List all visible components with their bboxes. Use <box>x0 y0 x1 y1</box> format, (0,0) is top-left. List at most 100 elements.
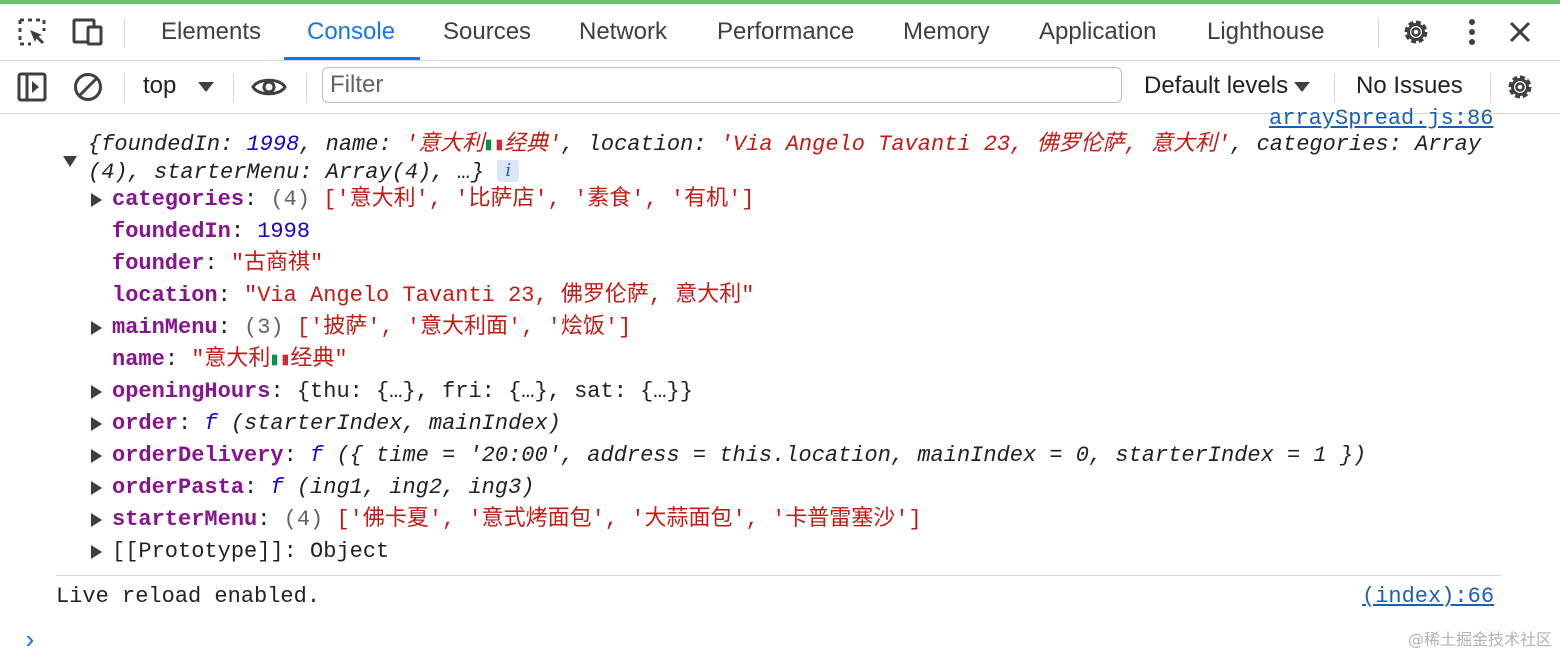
more-options-icon[interactable] <box>1452 12 1492 52</box>
object-summary-line-2[interactable]: (4), starterMenu: Array(4), …} i <box>88 158 520 188</box>
console-settings-gear-icon[interactable] <box>1500 67 1540 107</box>
property-row[interactable]: openingHours: {thu: {…}, fri: {…}, sat: … <box>112 377 693 407</box>
device-toolbar-icon[interactable] <box>68 12 108 52</box>
tab-application[interactable]: Application <box>1035 4 1160 60</box>
expand-triangle-icon[interactable] <box>91 513 102 527</box>
function-marker: f <box>270 475 284 500</box>
property-count: (4) <box>270 187 311 212</box>
source-link[interactable]: (index):66 <box>1362 582 1494 612</box>
property-row[interactable]: starterMenu: (4) ['佛卡夏', '意式烤面包', '大蒜面包'… <box>112 505 922 535</box>
property-value: (ing1, ing2, ing3) <box>296 475 535 500</box>
property-value: ['披萨', '意大利面', '烩饭'] <box>296 315 632 340</box>
clear-console-icon[interactable] <box>68 67 108 107</box>
property-key: starterMenu <box>112 507 258 532</box>
property-value: Object <box>310 539 390 564</box>
property-row[interactable]: [[Prototype]]: Object <box>112 537 389 567</box>
divider <box>233 73 234 103</box>
expand-triangle-icon[interactable] <box>91 321 102 335</box>
summary-founded: 1998 <box>246 132 300 157</box>
italy-flag-icon <box>272 354 289 366</box>
expand-triangle-icon[interactable] <box>91 385 102 399</box>
expand-triangle-icon[interactable] <box>91 481 102 495</box>
italy-flag-icon <box>486 139 503 151</box>
console-output: arraySpread.js:86 {foundedIn: 1998, name… <box>0 106 1560 658</box>
property-count: (3) <box>244 315 284 340</box>
settings-gear-icon[interactable] <box>1396 12 1436 52</box>
collapse-triangle-icon[interactable] <box>63 156 77 167</box>
tab-performance[interactable]: Performance <box>713 4 858 60</box>
summary-text: {foundedIn: <box>88 132 247 157</box>
sidebar-toggle-icon[interactable] <box>12 67 52 107</box>
expand-triangle-icon[interactable] <box>91 545 102 559</box>
property-row: foundedIn: 1998 <box>112 219 311 244</box>
property-value: (starterIndex, mainIndex) <box>230 411 561 436</box>
levels-dropdown-arrow-icon[interactable] <box>1282 67 1322 107</box>
issues-counter[interactable]: No Issues <box>1356 72 1463 100</box>
info-badge-icon[interactable]: i <box>497 160 520 182</box>
tab-sources[interactable]: Sources <box>439 4 535 60</box>
property-key: founder <box>112 251 205 276</box>
function-marker: f <box>310 443 324 468</box>
divider <box>1490 73 1491 103</box>
tab-console[interactable]: Console <box>303 4 399 60</box>
property-key: mainMenu <box>112 315 218 340</box>
summary-text: , location: <box>561 132 720 157</box>
expand-triangle-icon[interactable] <box>91 449 102 463</box>
live-expression-eye-icon[interactable] <box>249 67 289 107</box>
devtools-tab-bar: Elements Console Sources Network Perform… <box>0 4 1560 61</box>
property-value: ['意大利', '比萨店', '素食', '有机'] <box>323 187 755 212</box>
log-levels-dropdown[interactable]: Default levels <box>1144 72 1288 100</box>
property-row[interactable]: order: f (starterIndex, mainIndex) <box>112 409 561 439</box>
divider <box>1334 73 1335 103</box>
active-tab-indicator <box>284 57 420 60</box>
property-key: orderPasta <box>112 475 245 500</box>
close-icon[interactable] <box>1500 12 1540 52</box>
divider <box>124 18 125 48</box>
message-divider <box>56 575 1501 576</box>
function-marker: f <box>204 411 218 436</box>
property-key: name <box>112 347 165 372</box>
property-value: "Via Angelo Tavanti 23, 佛罗伦萨, 意大利" <box>244 283 755 308</box>
tab-network[interactable]: Network <box>575 4 671 60</box>
context-selector[interactable]: top <box>143 72 176 100</box>
property-value-end: 经典" <box>290 347 348 372</box>
summary-text: , name: <box>299 132 405 157</box>
summary-location: 'Via Angelo Tavanti 23, 佛罗伦萨, 意大利' <box>719 132 1231 157</box>
property-key: orderDelivery <box>112 443 284 468</box>
expand-triangle-icon[interactable] <box>91 417 102 431</box>
summary-categories: Array <box>1415 132 1482 157</box>
divider <box>306 73 307 103</box>
watermark: @稀土掘金技术社区 <box>1407 630 1552 649</box>
summary-text: (4), starterMenu: Array(4), …} <box>88 160 485 185</box>
property-key: location <box>112 283 218 308</box>
filter-input[interactable]: Filter <box>322 67 1122 103</box>
property-value: "古商祺" <box>230 251 324 276</box>
property-key: foundedIn <box>112 219 231 244</box>
property-value: 1998 <box>257 219 311 244</box>
tab-memory[interactable]: Memory <box>899 4 994 60</box>
tab-lighthouse[interactable]: Lighthouse <box>1203 4 1328 60</box>
summary-name-end: 经典' <box>504 132 562 157</box>
property-row[interactable]: orderDelivery: f ({ time = '20:00', addr… <box>112 441 1366 471</box>
property-row[interactable]: orderPasta: f (ing1, ing2, ing3) <box>112 473 534 503</box>
context-dropdown-arrow-icon[interactable] <box>186 67 226 107</box>
property-count: (4) <box>283 507 324 532</box>
property-key: [[Prototype]] <box>112 539 284 564</box>
property-value: ({ time = '20:00', address = this.locati… <box>336 443 1367 468</box>
divider <box>124 73 125 103</box>
expand-triangle-icon[interactable] <box>91 193 102 207</box>
property-value: "意大利 <box>191 347 271 372</box>
property-row: founder: "古商祺" <box>112 251 324 276</box>
object-summary-line-1[interactable]: {foundedIn: 1998, name: '意大利 经典', locatio… <box>88 130 1481 160</box>
divider <box>1378 18 1379 48</box>
summary-text: , categories: <box>1230 132 1416 157</box>
summary-name: '意大利 <box>404 132 485 157</box>
tab-elements[interactable]: Elements <box>157 4 265 60</box>
property-row: location: "Via Angelo Tavanti 23, 佛罗伦萨, … <box>112 283 755 308</box>
property-row[interactable]: mainMenu: (3) ['披萨', '意大利面', '烩饭'] <box>112 313 631 343</box>
property-key: order <box>112 411 179 436</box>
property-key: categories <box>112 187 245 212</box>
inspect-element-icon[interactable] <box>12 12 52 52</box>
property-row[interactable]: categories: (4) ['意大利', '比萨店', '素食', '有机… <box>112 185 755 215</box>
console-prompt[interactable]: › <box>22 626 38 656</box>
